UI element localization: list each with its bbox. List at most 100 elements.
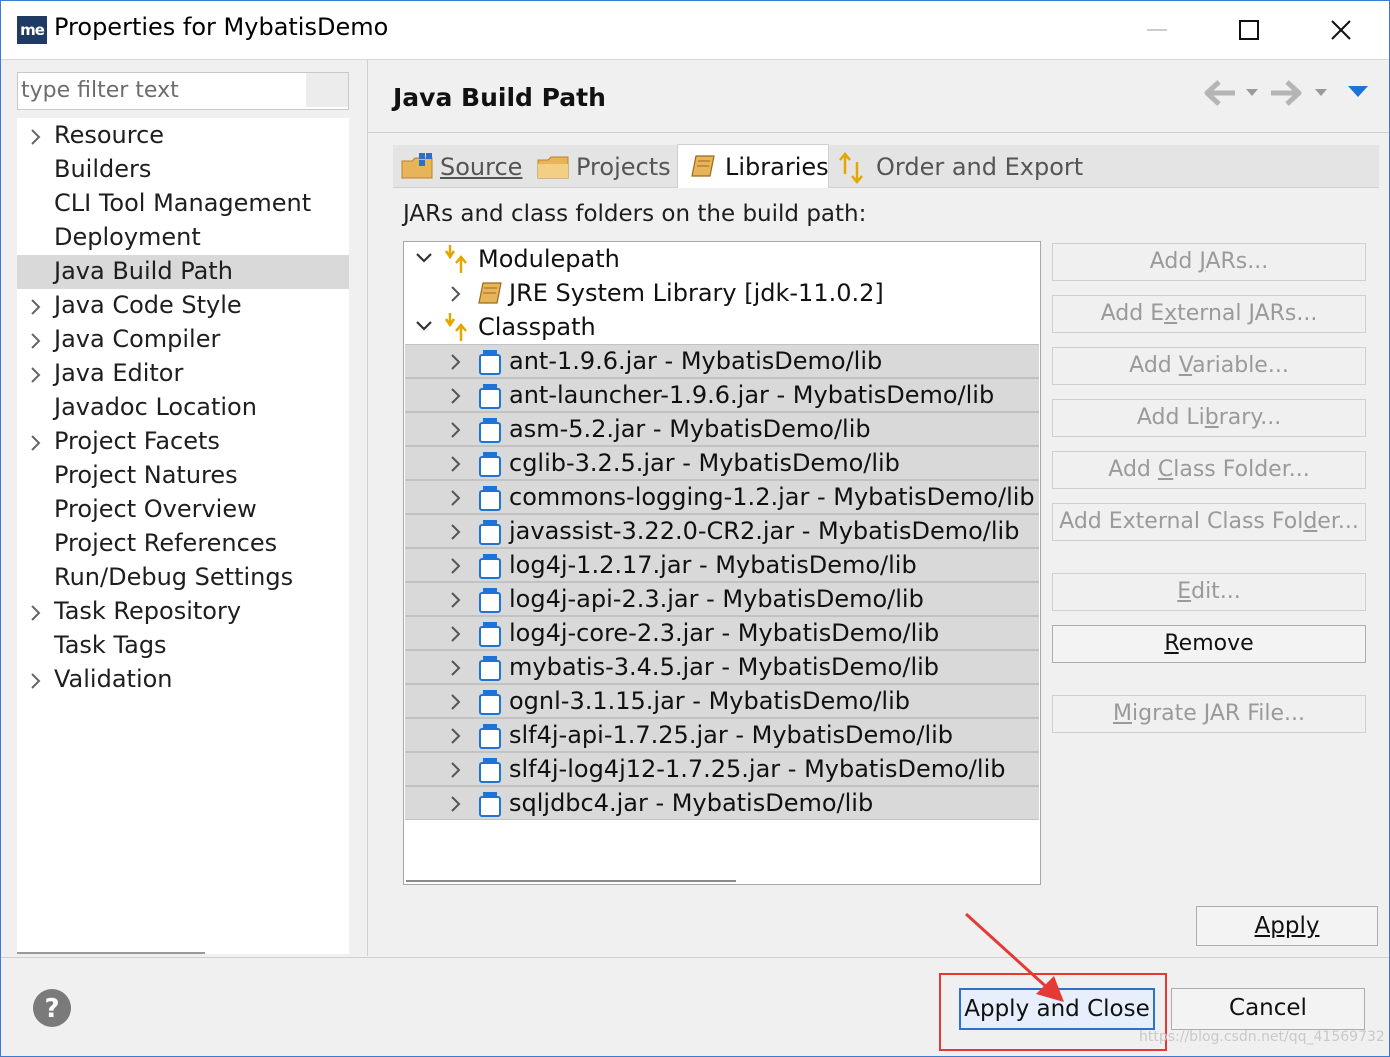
chevron-right-icon[interactable] — [449, 659, 463, 677]
chevron-right-icon[interactable] — [29, 604, 43, 622]
nav-item-resource[interactable]: Resource — [17, 119, 349, 153]
nav-item-deployment[interactable]: Deployment — [17, 221, 349, 255]
jar-entry-row[interactable]: asm-5.2.jar - MybatisDemo/lib — [405, 412, 1039, 446]
chevron-right-icon[interactable] — [29, 672, 43, 690]
nav-item-java-compiler[interactable]: Java Compiler — [17, 323, 349, 357]
tree-node-modulepath[interactable]: Modulepath — [405, 243, 1039, 275]
chevron-right-icon[interactable] — [29, 332, 43, 350]
tree-node-classpath[interactable]: Classpath — [405, 311, 1039, 343]
chevron-right-icon[interactable] — [29, 366, 43, 384]
nav-item-java-build-path[interactable]: Java Build Path — [17, 255, 349, 289]
tab-projects[interactable]: Projects — [529, 145, 675, 187]
jar-entry-row[interactable]: slf4j-log4j12-1.7.25.jar - MybatisDemo/l… — [405, 752, 1039, 786]
minimize-button[interactable] — [1111, 1, 1203, 59]
libraries-tree: Modulepath JRE System Library [jdk-11.0.… — [403, 241, 1041, 885]
panel-splitter[interactable] — [367, 59, 368, 956]
nav-item-java-code-style[interactable]: Java Code Style — [17, 289, 349, 323]
jar-entry-label: asm-5.2.jar - MybatisDemo/lib — [509, 415, 871, 443]
tab-source[interactable]: Source — [393, 145, 527, 187]
forward-dropdown-icon[interactable] — [1313, 85, 1329, 99]
chevron-right-icon[interactable] — [449, 795, 463, 813]
help-icon[interactable]: ? — [32, 988, 72, 1028]
chevron-right-icon[interactable] — [449, 523, 463, 541]
filter-input[interactable] — [18, 73, 303, 107]
forward-arrow-icon[interactable] — [1269, 77, 1305, 109]
tree-node-jre-system-library[interactable]: JRE System Library [jdk-11.0.2] — [405, 277, 1039, 309]
jar-entry-row[interactable]: log4j-core-2.3.jar - MybatisDemo/lib — [405, 616, 1039, 650]
cancel-button[interactable]: Cancel — [1171, 988, 1365, 1030]
add-library-button[interactable]: Add Library... — [1052, 399, 1366, 437]
chevron-right-icon[interactable] — [449, 285, 463, 303]
chevron-right-icon[interactable] — [449, 761, 463, 779]
chevron-right-icon[interactable] — [449, 387, 463, 405]
chevron-right-icon[interactable] — [449, 455, 463, 473]
nav-item-label: Java Compiler — [54, 325, 221, 353]
nav-item-javadoc-location[interactable]: Javadoc Location — [17, 391, 349, 425]
jar-entry-row[interactable]: log4j-1.2.17.jar - MybatisDemo/lib — [405, 548, 1039, 582]
nav-item-project-facets[interactable]: Project Facets — [17, 425, 349, 459]
nav-item-label: CLI Tool Management — [54, 189, 312, 217]
jar-entry-row[interactable]: log4j-api-2.3.jar - MybatisDemo/lib — [405, 582, 1039, 616]
chevron-right-icon[interactable] — [29, 434, 43, 452]
build-path-tabs: Source Projects Libraries Order and Expo… — [393, 144, 1379, 188]
chevron-right-icon[interactable] — [449, 489, 463, 507]
jar-entry-label: ant-1.9.6.jar - MybatisDemo/lib — [509, 347, 883, 375]
migrate-jar-button[interactable]: Migrate JAR File... — [1052, 695, 1366, 733]
chevron-right-icon[interactable] — [449, 421, 463, 439]
add-external-jars-button[interactable]: Add External JARs... — [1052, 295, 1366, 333]
chevron-right-icon[interactable] — [29, 298, 43, 316]
bottom-separator — [1, 957, 1389, 958]
nav-item-label: Validation — [54, 665, 173, 693]
libraries-horizontal-scrollbar[interactable] — [406, 880, 736, 882]
nav-item-project-references[interactable]: Project References — [17, 527, 349, 561]
remove-button[interactable]: Remove — [1052, 625, 1366, 663]
jar-entry-row[interactable]: slf4j-api-1.7.25.jar - MybatisDemo/lib — [405, 718, 1039, 752]
jar-entry-row[interactable]: ant-1.9.6.jar - MybatisDemo/lib — [405, 344, 1039, 378]
back-arrow-icon[interactable] — [1201, 77, 1237, 109]
close-window-button[interactable] — [1295, 1, 1387, 59]
add-jars-button[interactable]: Add JARs... — [1052, 243, 1366, 281]
chevron-right-icon[interactable] — [449, 557, 463, 575]
chevron-right-icon[interactable] — [29, 128, 43, 146]
nav-item-run-debug-settings[interactable]: Run/Debug Settings — [17, 561, 349, 595]
jar-entry-row[interactable]: sqljdbc4.jar - MybatisDemo/lib — [405, 786, 1039, 820]
minimize-icon — [1147, 29, 1167, 31]
back-dropdown-icon[interactable] — [1244, 85, 1260, 99]
filter-clear-button[interactable] — [306, 73, 348, 107]
jar-entry-row[interactable]: commons-logging-1.2.jar - MybatisDemo/li… — [405, 480, 1039, 514]
nav-item-task-repository[interactable]: Task Repository — [17, 595, 349, 629]
nav-item-java-editor[interactable]: Java Editor — [17, 357, 349, 391]
chevron-right-icon[interactable] — [449, 727, 463, 745]
nav-item-project-natures[interactable]: Project Natures — [17, 459, 349, 493]
chevron-right-icon[interactable] — [449, 591, 463, 609]
libraries-icon — [691, 155, 715, 177]
tab-order-and-export[interactable]: Order and Export — [829, 145, 1083, 187]
edit-button[interactable]: Edit... — [1052, 573, 1366, 611]
view-menu-icon[interactable] — [1346, 83, 1370, 101]
jar-entry-row[interactable]: mybatis-3.4.5.jar - MybatisDemo/lib — [405, 650, 1039, 684]
classpath-label: Classpath — [478, 313, 596, 341]
chevron-right-icon[interactable] — [449, 353, 463, 371]
maximize-button[interactable] — [1203, 1, 1295, 59]
nav-item-task-tags[interactable]: Task Tags — [17, 629, 349, 663]
jar-entry-row[interactable]: javassist-3.22.0-CR2.jar - MybatisDemo/l… — [405, 514, 1039, 548]
add-external-class-folder-button[interactable]: Add External Class Folder... — [1052, 503, 1366, 541]
tab-libraries[interactable]: Libraries — [677, 144, 829, 188]
nav-item-project-overview[interactable]: Project Overview — [17, 493, 349, 527]
jar-entry-row[interactable]: ant-launcher-1.9.6.jar - MybatisDemo/lib — [405, 378, 1039, 412]
jar-entry-label: cglib-3.2.5.jar - MybatisDemo/lib — [509, 449, 900, 477]
nav-item-validation[interactable]: Validation — [17, 663, 349, 697]
jar-entry-row[interactable]: cglib-3.2.5.jar - MybatisDemo/lib — [405, 446, 1039, 480]
classpath-icon — [444, 313, 467, 341]
nav-item-cli-tool-management[interactable]: CLI Tool Management — [17, 187, 349, 221]
chevron-right-icon[interactable] — [449, 625, 463, 643]
nav-item-builders[interactable]: Builders — [17, 153, 349, 187]
chevron-down-icon[interactable] — [415, 319, 433, 333]
nav-horizontal-scrollbar[interactable] — [17, 952, 205, 954]
add-variable-button[interactable]: Add Variable... — [1052, 347, 1366, 385]
chevron-right-icon[interactable] — [449, 693, 463, 711]
add-class-folder-button[interactable]: Add Class Folder... — [1052, 451, 1366, 489]
chevron-down-icon[interactable] — [415, 251, 433, 265]
apply-button[interactable]: Apply — [1196, 906, 1378, 946]
jar-entry-row[interactable]: ognl-3.1.15.jar - MybatisDemo/lib — [405, 684, 1039, 718]
